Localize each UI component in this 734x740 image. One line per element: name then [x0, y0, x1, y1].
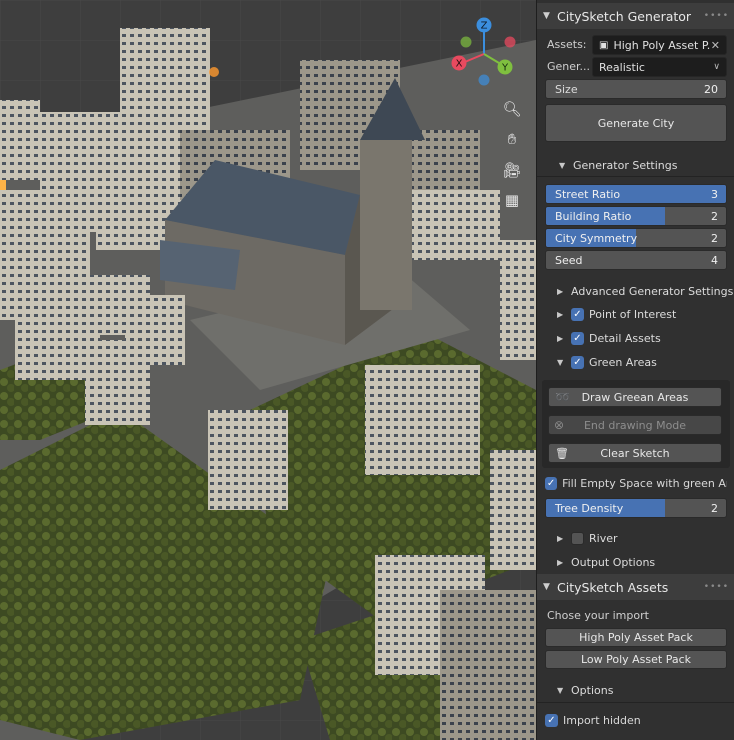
river-checkbox[interactable]	[571, 531, 584, 545]
size-field[interactable]: Size 20	[545, 79, 727, 99]
drag-grip-icon[interactable]: ••••	[704, 11, 729, 21]
river-subheader[interactable]: ▶ River	[557, 529, 618, 547]
advanced-settings-subheader[interactable]: ▶ Advanced Generator Settings	[557, 282, 733, 300]
output-options-label: Output Options	[571, 555, 656, 569]
options-label: Options	[571, 683, 614, 697]
collapse-triangle-icon: ▼	[557, 685, 564, 695]
low-poly-button[interactable]: Low Poly Asset Pack	[545, 650, 727, 669]
expand-triangle-icon: ▶	[557, 286, 564, 296]
zoom-icon[interactable]: 🔍︎	[498, 95, 526, 123]
hand-pan-icon[interactable]: ✋︎	[498, 125, 526, 153]
chevron-down-icon: ∨	[713, 62, 720, 72]
assets-label: Assets:	[547, 38, 587, 51]
high-poly-button[interactable]: High Poly Asset Pack	[545, 628, 727, 647]
street-ratio-slider[interactable]: Street Ratio 3	[545, 184, 727, 204]
size-label: Size	[555, 83, 578, 96]
collapse-triangle-icon: ▼	[543, 582, 550, 592]
import-hidden-label: Import hidden	[563, 713, 641, 727]
draw-green-areas-label: Draw Greean Areas	[581, 390, 689, 404]
options-subheader[interactable]: ▼ Options	[557, 681, 613, 699]
advanced-settings-label: Advanced Generator Settings	[571, 284, 734, 298]
import-hidden-row[interactable]: ✓ Import hidden	[545, 710, 727, 730]
output-options-subheader[interactable]: ▶ Output Options	[557, 553, 655, 571]
gizmo-x-label: X	[456, 59, 463, 70]
assets-field[interactable]: ▣ High Poly Asset P... ✕	[592, 35, 727, 55]
tree-density-value: 2	[711, 502, 718, 515]
seed-slider[interactable]: Seed 4	[545, 250, 727, 270]
detail-assets-label: Detail Assets	[589, 331, 661, 345]
seed-label: Seed	[555, 254, 583, 267]
cancel-circle-icon: ⊗	[554, 418, 565, 432]
city-symmetry-value: 2	[711, 232, 718, 245]
camera-icon[interactable]: 🎥︎	[498, 156, 526, 184]
clear-sketch-label: Clear Sketch	[600, 446, 670, 460]
3d-viewport[interactable]: Z X Y 🔍︎ ✋︎ 🎥︎ ▦	[0, 0, 536, 740]
end-drawing-label: End drawing Mode	[583, 418, 687, 432]
drag-grip-icon[interactable]: ••••	[704, 582, 729, 592]
tree-density-slider[interactable]: Tree Density 2	[545, 498, 727, 518]
generator-settings-subheader[interactable]: ▼ Generator Settings	[559, 156, 677, 174]
city-scene	[0, 0, 536, 740]
expand-triangle-icon: ▶	[557, 533, 564, 543]
generator-panel-header[interactable]: ▼ CitySketch Generator ••••	[537, 3, 734, 29]
fill-empty-label: Fill Empty Space with green Ar...	[562, 476, 727, 490]
expand-triangle-icon: ▶	[557, 557, 564, 567]
fill-empty-checkbox[interactable]: ✓	[545, 476, 558, 490]
poi-label: Point of Interest	[589, 307, 677, 321]
detail-assets-subheader[interactable]: ▶ ✓ Detail Assets	[557, 329, 661, 347]
collapse-triangle-icon: ▼	[543, 11, 550, 21]
collapse-triangle-icon: ▼	[559, 160, 566, 170]
building-ratio-label: Building Ratio	[555, 210, 632, 223]
close-icon[interactable]: ✕	[711, 39, 720, 52]
city-symmetry-label: City Symmetry	[555, 232, 638, 245]
green-areas-checkbox[interactable]: ✓	[571, 355, 584, 369]
draw-green-areas-button[interactable]: ➿ Draw Greean Areas	[548, 387, 722, 407]
assets-panel-header[interactable]: ▼ CitySketch Assets ••••	[537, 574, 734, 600]
asset-pack-icon: ▣	[599, 39, 609, 51]
city-symmetry-slider[interactable]: City Symmetry 2	[545, 228, 727, 248]
river-label: River	[589, 531, 618, 545]
collapse-triangle-icon: ▼	[557, 357, 564, 367]
point-of-interest-subheader[interactable]: ▶ ✓ Point of Interest	[557, 305, 676, 323]
clear-sketch-button[interactable]: 🗑︎ Clear Sketch	[548, 443, 722, 463]
generator-label: Gener...	[547, 60, 591, 73]
street-ratio-label: Street Ratio	[555, 188, 621, 201]
green-areas-subheader[interactable]: ▼ ✓ Green Areas	[557, 353, 657, 371]
building-ratio-slider[interactable]: Building Ratio 2	[545, 206, 727, 226]
gizmo-y-label: Y	[501, 63, 509, 74]
expand-triangle-icon: ▶	[557, 309, 564, 319]
street-ratio-value: 3	[711, 188, 718, 201]
expand-triangle-icon: ▶	[557, 333, 564, 343]
generate-city-button[interactable]: Generate City	[545, 104, 727, 142]
size-value: 20	[704, 83, 718, 96]
generator-settings-label: Generator Settings	[573, 158, 678, 172]
draw-curve-icon: ➿	[555, 390, 570, 404]
poi-checkbox[interactable]: ✓	[571, 307, 584, 321]
generator-panel-title: CitySketch Generator	[557, 8, 692, 24]
seed-value: 4	[711, 254, 718, 267]
sidebar: ▼ CitySketch Generator •••• Assets: ▣ Hi…	[536, 0, 734, 740]
trash-icon: 🗑︎	[555, 446, 569, 460]
assets-panel-title: CitySketch Assets	[557, 579, 669, 595]
gizmo-z-label: Z	[481, 21, 488, 32]
green-areas-label: Green Areas	[589, 355, 657, 369]
grid-view-icon[interactable]: ▦	[498, 186, 526, 214]
generator-value: Realistic	[599, 60, 645, 74]
assets-value: High Poly Asset P...	[613, 38, 711, 52]
building-ratio-value: 2	[711, 210, 718, 223]
end-drawing-button[interactable]: ⊗ End drawing Mode	[548, 415, 722, 435]
chose-import-label: Chose your import	[547, 609, 649, 622]
fill-empty-row[interactable]: ✓ Fill Empty Space with green Ar...	[545, 473, 727, 493]
import-hidden-checkbox[interactable]: ✓	[545, 713, 558, 727]
generator-dropdown[interactable]: Realistic ∨	[592, 57, 727, 77]
tree-density-label: Tree Density	[555, 502, 624, 515]
axis-gizmo[interactable]: Z X Y	[446, 14, 526, 94]
detail-assets-checkbox[interactable]: ✓	[571, 331, 584, 345]
